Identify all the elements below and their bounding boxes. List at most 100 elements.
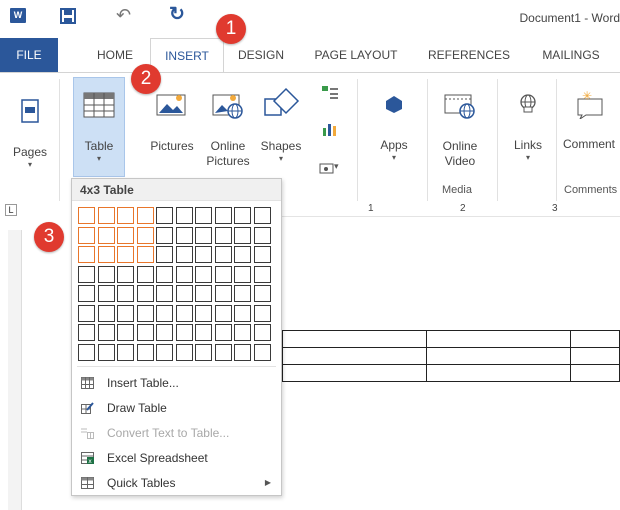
grid-cell[interactable] (97, 226, 115, 244)
grid-cell[interactable] (234, 343, 251, 361)
tab-stop-selector[interactable]: L (5, 204, 17, 216)
grid-cell[interactable] (214, 343, 232, 361)
grid-cell[interactable] (156, 324, 173, 341)
grid-cell[interactable] (214, 246, 232, 263)
grid-cell[interactable] (136, 324, 154, 341)
grid-cell[interactable] (156, 226, 173, 244)
document-table-preview[interactable] (282, 330, 620, 382)
vertical-ruler[interactable] (8, 230, 22, 510)
grid-cell[interactable] (156, 207, 173, 224)
table-cell[interactable] (569, 347, 620, 365)
grid-cell[interactable] (214, 304, 232, 322)
grid-cell[interactable] (195, 285, 212, 302)
tab-insert[interactable]: INSERT (150, 38, 224, 73)
grid-cell[interactable] (117, 343, 134, 361)
table-cell[interactable] (425, 330, 571, 348)
grid-cell[interactable] (117, 285, 134, 302)
grid-cell[interactable] (214, 226, 232, 244)
tab-references[interactable]: REFERENCES (420, 38, 518, 72)
grid-cell[interactable] (253, 343, 271, 361)
grid-cell[interactable] (195, 343, 212, 361)
grid-cell[interactable] (253, 304, 271, 322)
grid-cell[interactable] (253, 226, 271, 244)
comment-button[interactable]: ✳ Comment (558, 85, 620, 181)
grid-cell[interactable] (78, 304, 95, 322)
grid-cell[interactable] (78, 285, 95, 302)
grid-cell[interactable] (175, 207, 193, 224)
table-button[interactable]: Table ▾ (73, 77, 125, 177)
grid-cell[interactable] (175, 343, 193, 361)
save-icon[interactable] (60, 8, 76, 27)
grid-cell[interactable] (195, 304, 212, 322)
grid-cell[interactable] (234, 226, 251, 244)
online-video-button[interactable]: Online Video (433, 85, 487, 181)
chart-icon[interactable] (321, 121, 339, 137)
grid-cell[interactable] (117, 265, 134, 283)
grid-cell[interactable] (234, 265, 251, 283)
grid-cell[interactable] (78, 265, 95, 283)
grid-cell[interactable] (97, 324, 115, 341)
grid-cell[interactable] (175, 226, 193, 244)
grid-cell[interactable] (117, 324, 134, 341)
grid-cell[interactable] (175, 265, 193, 283)
grid-cell[interactable] (214, 207, 232, 224)
grid-cell[interactable] (97, 304, 115, 322)
grid-cell[interactable] (97, 343, 115, 361)
excel-spreadsheet-menu-item[interactable]: x Excel Spreadsheet (72, 446, 281, 470)
grid-cell[interactable] (175, 304, 193, 322)
grid-cell[interactable] (78, 324, 95, 341)
grid-cell[interactable] (136, 265, 154, 283)
grid-cell[interactable] (156, 246, 173, 263)
grid-cell[interactable] (78, 207, 95, 224)
tab-page-layout[interactable]: PAGE LAYOUT (306, 38, 406, 72)
table-cell[interactable] (569, 364, 620, 382)
grid-cell[interactable] (136, 285, 154, 302)
grid-cell[interactable] (97, 265, 115, 283)
grid-cell[interactable] (78, 246, 95, 263)
grid-cell[interactable] (234, 207, 251, 224)
online-pictures-button[interactable]: Online Pictures (200, 85, 256, 181)
grid-cell[interactable] (136, 343, 154, 361)
pictures-button[interactable]: Pictures (146, 85, 198, 181)
tab-mailings[interactable]: MAILINGS (530, 38, 612, 72)
undo-icon[interactable]: ↶ (116, 5, 131, 26)
shapes-button[interactable]: Shapes ▾ (257, 85, 305, 181)
grid-cell[interactable] (234, 285, 251, 302)
quick-tables-menu-item[interactable]: Quick Tables ▶ (72, 471, 281, 495)
grid-cell[interactable] (97, 246, 115, 263)
grid-cell[interactable] (136, 304, 154, 322)
grid-cell[interactable] (156, 343, 173, 361)
grid-cell[interactable] (195, 207, 212, 224)
grid-cell[interactable] (97, 285, 115, 302)
table-cell[interactable] (425, 364, 571, 382)
grid-cell[interactable] (156, 285, 173, 302)
grid-cell[interactable] (117, 207, 134, 224)
grid-cell[interactable] (136, 246, 154, 263)
grid-cell[interactable] (234, 246, 251, 263)
grid-cell[interactable] (234, 324, 251, 341)
horizontal-ruler[interactable]: 1 2 3 (282, 203, 620, 217)
grid-cell[interactable] (175, 324, 193, 341)
redo-icon[interactable]: ↻ (169, 3, 185, 26)
grid-cell[interactable] (156, 304, 173, 322)
table-cell[interactable] (282, 364, 427, 382)
grid-cell[interactable] (117, 246, 134, 263)
insert-table-menu-item[interactable]: Insert Table... (72, 371, 281, 395)
grid-cell[interactable] (195, 226, 212, 244)
grid-cell[interactable] (78, 226, 95, 244)
grid-cell[interactable] (136, 226, 154, 244)
grid-cell[interactable] (97, 207, 115, 224)
grid-cell[interactable] (214, 324, 232, 341)
grid-cell[interactable] (175, 246, 193, 263)
convert-text-to-table-menu-item[interactable]: Convert Text to Table... (72, 421, 281, 445)
word-app-icon[interactable]: W (10, 8, 26, 23)
grid-cell[interactable] (195, 324, 212, 341)
table-cell[interactable] (569, 330, 620, 348)
grid-cell[interactable] (195, 246, 212, 263)
grid-cell[interactable] (234, 304, 251, 322)
grid-cell[interactable] (117, 304, 134, 322)
table-cell[interactable] (425, 347, 571, 365)
apps-button[interactable]: Apps ▾ (372, 85, 416, 181)
grid-cell[interactable] (175, 285, 193, 302)
grid-cell[interactable] (253, 285, 271, 302)
